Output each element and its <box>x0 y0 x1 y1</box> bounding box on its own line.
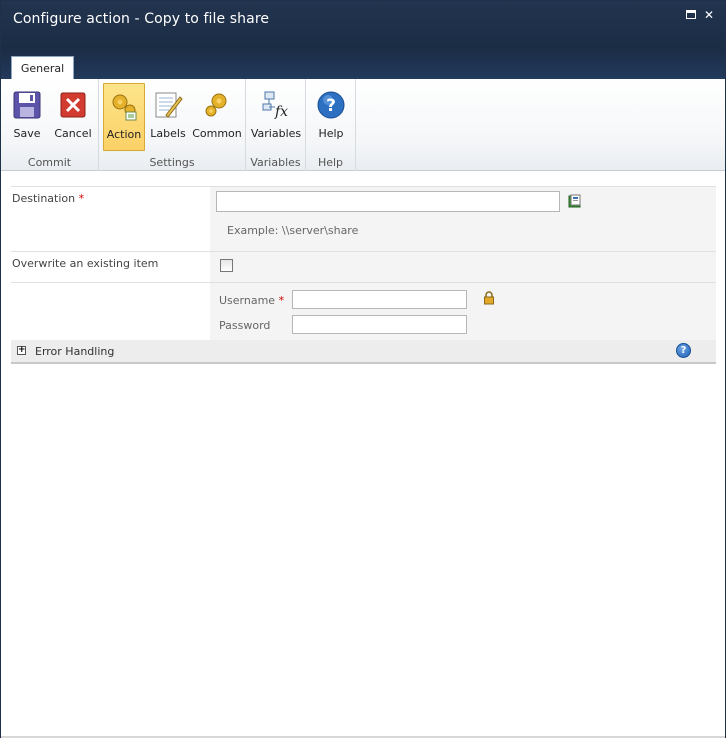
credentials-value-cell: Username * Password <box>210 283 716 340</box>
password-input[interactable] <box>292 315 467 334</box>
action-form: Destination * Example: \\server\share Ov… <box>11 186 716 364</box>
ribbon-group-settings: Action Labels Common Settings <box>99 79 246 171</box>
address-book-icon[interactable] <box>567 193 583 209</box>
variables-button[interactable]: fx Variables <box>250 83 302 151</box>
error-handling-section[interactable]: + Error Handling ? <box>11 340 716 364</box>
help-circle-icon[interactable]: ? <box>676 343 691 358</box>
variables-label: Variables <box>250 127 302 140</box>
overwrite-checkbox[interactable] <box>220 259 233 272</box>
dialog-title: Configure action - Copy to file share <box>13 11 270 27</box>
svg-text:fx: fx <box>274 104 288 120</box>
ribbon-group-label-help: Help <box>317 156 344 169</box>
ribbon: Save Cancel Commit Action Labels Common … <box>1 79 725 171</box>
tab-general[interactable]: General <box>11 56 74 80</box>
ribbon-group-label-commit: Commit <box>27 156 72 169</box>
padlock-icon[interactable] <box>483 291 495 305</box>
help-label: Help <box>318 127 344 140</box>
expand-icon[interactable]: + <box>17 346 26 355</box>
configure-action-dialog: Configure action - Copy to file share ✕ … <box>0 0 726 738</box>
ribbon-group-help: ? Help Help <box>306 79 356 171</box>
destination-value-cell: Example: \\server\share <box>210 187 716 251</box>
common-label: Common <box>192 127 242 140</box>
destination-row: Destination * Example: \\server\share <box>11 186 716 251</box>
credentials-label-cell <box>11 283 209 340</box>
title-bar: Configure action - Copy to file share ✕ … <box>1 1 725 80</box>
destination-label-cell: Destination * <box>11 187 209 251</box>
required-marker: * <box>78 192 85 205</box>
red-x-icon <box>60 92 86 118</box>
maximize-icon[interactable] <box>685 9 697 21</box>
username-label-text: Username <box>219 294 276 307</box>
destination-label: Destination <box>12 192 76 205</box>
ribbon-group-label-settings: Settings <box>149 156 195 169</box>
close-icon[interactable]: ✕ <box>703 9 715 21</box>
ribbon-group-commit: Save Cancel Commit <box>1 79 99 171</box>
floppy-disk-icon <box>13 91 41 119</box>
help-button[interactable]: ? Help <box>311 83 351 151</box>
overwrite-value-cell <box>210 252 716 282</box>
action-button[interactable]: Action <box>103 83 145 151</box>
username-label: Username * <box>219 294 284 307</box>
destination-example: Example: \\server\share <box>227 224 359 237</box>
username-input[interactable] <box>292 290 467 309</box>
labels-button[interactable]: Labels <box>149 83 187 151</box>
cancel-button[interactable]: Cancel <box>51 83 95 151</box>
error-handling-label[interactable]: Error Handling <box>35 345 114 358</box>
overwrite-row: Overwrite an existing item <box>11 251 716 282</box>
labels-label: Labels <box>150 127 186 140</box>
common-button[interactable]: Common <box>191 83 243 151</box>
ribbon-group-variables: fx Variables Variables <box>246 79 306 171</box>
password-label: Password <box>219 319 271 332</box>
action-label: Action <box>106 128 142 141</box>
overwrite-label: Overwrite an existing item <box>12 257 159 270</box>
overwrite-label-cell: Overwrite an existing item <box>11 252 209 282</box>
question-icon: ? <box>317 91 345 119</box>
save-button[interactable]: Save <box>7 83 47 151</box>
save-label: Save <box>13 127 41 140</box>
ribbon-group-label-variables: Variables <box>250 156 301 169</box>
gears-icon <box>205 93 227 117</box>
notepad-pencil-icon <box>155 92 183 118</box>
fx-function-icon: fx <box>262 91 288 120</box>
svg-text:?: ? <box>326 96 336 116</box>
credentials-row: Username * Password <box>11 282 716 340</box>
destination-input[interactable] <box>216 191 560 212</box>
username-required-marker: * <box>278 294 285 307</box>
cancel-label: Cancel <box>54 127 92 140</box>
gears-page-icon <box>112 94 137 121</box>
